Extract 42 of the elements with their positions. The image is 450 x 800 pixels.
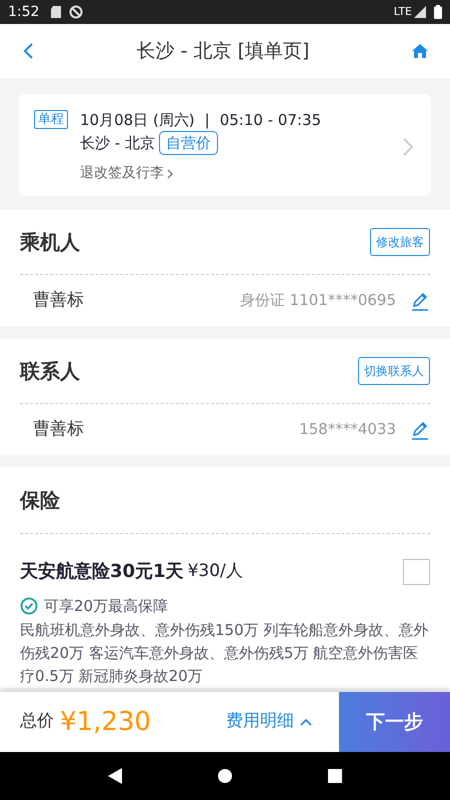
person-detail: 身份证 1101****0695 — [240, 290, 396, 312]
section-title: 联系人 — [20, 358, 80, 385]
section-action-button[interactable]: 修改旅客 — [370, 228, 430, 256]
person-name: 曹善标 — [33, 418, 84, 441]
person-detail: 158****4033 — [299, 419, 396, 440]
insurance-name: 天安航意险30元1天 — [20, 560, 184, 584]
flight-date: 10月08日 (周六) — [80, 110, 195, 130]
insurance-checkbox[interactable] — [403, 558, 430, 584]
signal-icon — [414, 6, 426, 18]
sd-card-icon — [51, 6, 62, 18]
flight-route: 长沙 - 北京 — [80, 132, 155, 154]
policy-link[interactable]: 退改签及行李 — [80, 163, 173, 184]
fee-details-link[interactable]: 费用明细 — [226, 709, 312, 735]
network-label: LTE — [394, 4, 412, 20]
home-icon[interactable] — [412, 43, 428, 59]
section-action-button[interactable]: 切换联系人 — [358, 357, 430, 385]
total-price: ¥1,230 — [60, 706, 151, 738]
section-title: 乘机人 — [20, 229, 80, 256]
page-title: 长沙 - 北京 [填单页] — [136, 38, 310, 64]
person-name: 曹善标 — [33, 288, 84, 312]
insurance-price: ¥30/人 — [188, 560, 243, 583]
next-step-button[interactable]: 下一步 — [339, 692, 450, 752]
blocked-icon — [69, 5, 84, 19]
edit-icon[interactable] — [410, 420, 430, 440]
price-tag: 自营价 — [158, 131, 218, 155]
flight-card[interactable]: 单程 10月08日 (周六) | 05:10 - 07:35 长沙 - 北京 自营价 退改签及行李 — [19, 94, 431, 196]
chevron-right-icon — [167, 168, 173, 178]
back-icon[interactable] — [22, 42, 34, 60]
back-nav-icon[interactable] — [108, 768, 122, 784]
coverage-description: 民航班机意外身故、意外伤残150万 列车轮船意外身故、意外伤残20万 客运汽车意外身故、意外伤残5万 航空意外伤害医疗0.5万 新冠肺炎身故20万 — [20, 620, 430, 686]
check-circle-icon — [20, 597, 38, 616]
trip-type-tag: 单程 — [34, 110, 68, 129]
coverage-highlight: 可享20万最高保障 — [44, 596, 168, 617]
edit-icon[interactable] — [410, 290, 430, 310]
home-nav-icon[interactable] — [218, 769, 232, 783]
flight-time: 05:10 - 07:35 — [220, 110, 322, 130]
status-time: 1:52 — [8, 2, 40, 22]
battery-icon — [434, 5, 442, 19]
separator-text: | — [204, 110, 210, 130]
total-label: 总价 — [20, 710, 54, 734]
caret-up-icon — [300, 718, 312, 726]
section-title: 保险 — [20, 488, 60, 512]
